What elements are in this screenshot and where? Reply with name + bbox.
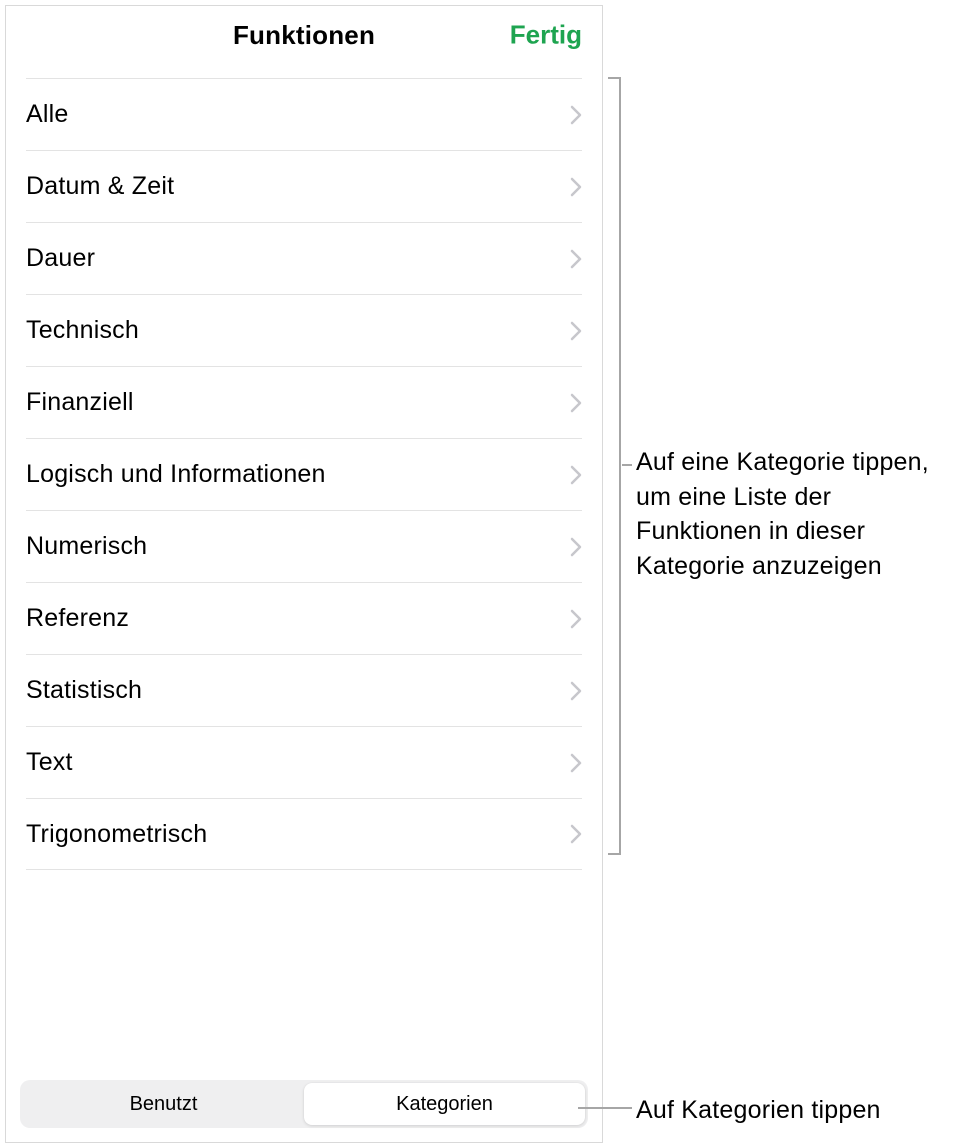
category-row-finanziell[interactable]: Finanziell: [26, 366, 582, 438]
category-label: Logisch und Informationen: [26, 460, 326, 489]
segment-used[interactable]: Benutzt: [23, 1083, 304, 1125]
category-row-datum-zeit[interactable]: Datum & Zeit: [26, 150, 582, 222]
category-label: Referenz: [26, 604, 129, 633]
chevron-right-icon: [570, 321, 582, 341]
category-label: Trigonometrisch: [26, 820, 207, 849]
chevron-right-icon: [570, 753, 582, 773]
callout-leader-line: [578, 1107, 632, 1109]
category-label: Statistisch: [26, 676, 142, 705]
callout-bracket-icon: [608, 77, 622, 855]
category-row-numerisch[interactable]: Numerisch: [26, 510, 582, 582]
callout-categories-text: Auf eine Kategorie tippen, um eine Liste…: [636, 445, 946, 583]
chevron-right-icon: [570, 105, 582, 125]
category-row-logisch[interactable]: Logisch und Informationen: [26, 438, 582, 510]
chevron-right-icon: [570, 824, 582, 844]
chevron-right-icon: [570, 681, 582, 701]
category-row-statistisch[interactable]: Statistisch: [26, 654, 582, 726]
category-row-dauer[interactable]: Dauer: [26, 222, 582, 294]
category-label: Finanziell: [26, 388, 134, 417]
chevron-right-icon: [570, 465, 582, 485]
category-label: Alle: [26, 100, 69, 129]
chevron-right-icon: [570, 249, 582, 269]
panel-footer: Benutzt Kategorien: [6, 1070, 602, 1142]
chevron-right-icon: [570, 609, 582, 629]
segment-categories[interactable]: Kategorien: [304, 1083, 585, 1125]
category-label: Dauer: [26, 244, 95, 273]
category-row-alle[interactable]: Alle: [26, 78, 582, 150]
category-row-text[interactable]: Text: [26, 726, 582, 798]
chevron-right-icon: [570, 393, 582, 413]
category-row-referenz[interactable]: Referenz: [26, 582, 582, 654]
chevron-right-icon: [570, 537, 582, 557]
category-label: Text: [26, 748, 73, 777]
done-button[interactable]: Fertig: [510, 20, 582, 51]
panel-header: Funktionen Fertig: [6, 6, 602, 64]
category-label: Numerisch: [26, 532, 147, 561]
segmented-control: Benutzt Kategorien: [20, 1080, 588, 1128]
category-row-trigonometrisch[interactable]: Trigonometrisch: [26, 798, 582, 870]
callout-leader-line: [622, 464, 632, 466]
category-list: Alle Datum & Zeit Dauer Technisch Finanz…: [6, 78, 602, 1070]
callout-footer-text: Auf Kategorien tippen: [636, 1093, 881, 1128]
chevron-right-icon: [570, 177, 582, 197]
category-label: Datum & Zeit: [26, 172, 174, 201]
category-label: Technisch: [26, 316, 139, 345]
functions-panel: Funktionen Fertig Alle Datum & Zeit Daue…: [5, 5, 603, 1143]
panel-title: Funktionen: [233, 20, 375, 51]
category-row-technisch[interactable]: Technisch: [26, 294, 582, 366]
